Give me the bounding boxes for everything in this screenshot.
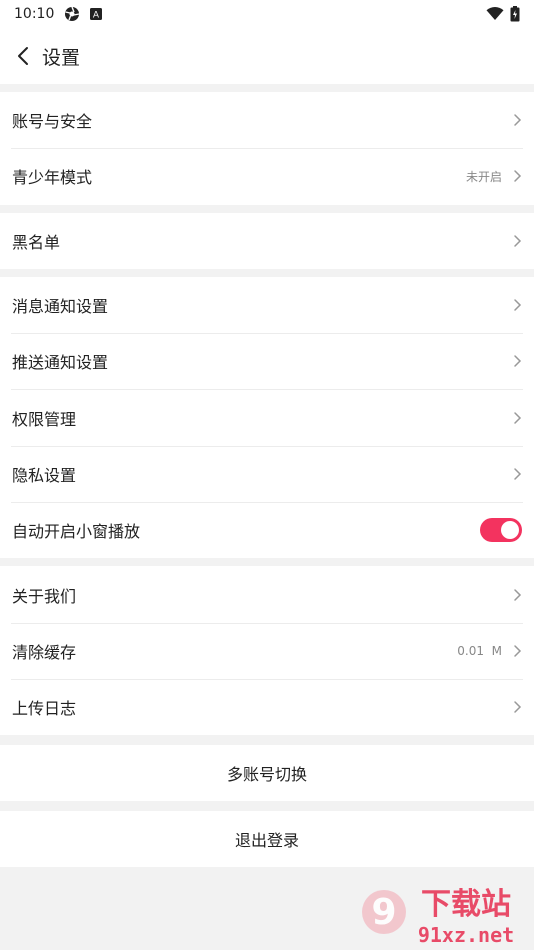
page-title: 设置 (42, 46, 81, 69)
settings-item-privacy[interactable]: 隐私设置 (0, 445, 534, 502)
settings-item-label: 黑名单 (12, 232, 61, 252)
settings-item-label: 消息通知设置 (12, 297, 109, 317)
settings-item-label: 自动开启小窗播放 (12, 522, 141, 542)
chevron-right-icon (514, 645, 522, 657)
cache-size-value: 0.01 M (457, 643, 502, 658)
settings-group-blacklist: 黑名单 (0, 212, 534, 269)
settings-group-about: 关于我们 清除缓存 0.01 M 上传日志 (0, 566, 534, 736)
status-time: 10:10 (14, 6, 55, 22)
settings-item-label: 隐私设置 (12, 465, 77, 485)
battery-icon (510, 6, 520, 22)
status-bar: 10:10 A (0, 0, 534, 28)
site-watermark-logo: 9 下载站 91xz.net (362, 887, 514, 947)
page-header: 设置 (0, 28, 534, 84)
settings-item-blacklist[interactable]: 黑名单 (0, 213, 534, 269)
chevron-right-icon (514, 299, 522, 311)
settings-item-push-notifications[interactable]: 推送通知设置 (0, 333, 534, 389)
back-button[interactable] (12, 45, 34, 67)
settings-item-label: 账号与安全 (12, 112, 93, 132)
auto-mini-window-toggle[interactable] (480, 518, 522, 543)
chevron-left-icon (18, 47, 28, 65)
settings-item-permissions[interactable]: 权限管理 (0, 389, 534, 445)
settings-item-auto-mini-window: 自动开启小窗播放 (0, 502, 534, 558)
settings-group-account: 账号与安全 青少年模式 未开启 (0, 92, 534, 205)
settings-item-label: 关于我们 (12, 586, 77, 606)
chevron-right-icon (514, 114, 522, 126)
chevron-right-icon (514, 234, 522, 247)
wifi-icon (486, 7, 504, 21)
teen-mode-status: 未开启 (465, 169, 502, 184)
chevron-right-icon (514, 170, 522, 183)
toggle-knob (501, 521, 519, 540)
chevron-right-icon (514, 355, 522, 368)
chevron-right-icon (514, 468, 522, 480)
chevron-right-icon (514, 701, 522, 713)
svg-text:9: 9 (371, 892, 396, 933)
settings-item-message-notifications[interactable]: 消息通知设置 (0, 277, 534, 333)
svg-text:A: A (93, 11, 100, 21)
settings-item-clear-cache[interactable]: 清除缓存 0.01 M (0, 622, 534, 679)
chevron-right-icon (514, 411, 522, 424)
chevron-right-icon (514, 588, 522, 601)
settings-item-label: 清除缓存 (12, 642, 77, 662)
svg-text:下载站: 下载站 (421, 887, 511, 922)
switch-account-button[interactable]: 多账号切换 (0, 745, 534, 802)
settings-item-label: 推送通知设置 (12, 353, 109, 373)
settings-item-account-security[interactable]: 账号与安全 (0, 92, 534, 148)
settings-group-notifications: 消息通知设置 推送通知设置 权限管理 隐私设置 自动开启小窗播放 (0, 276, 534, 559)
settings-item-label: 上传日志 (12, 699, 77, 719)
settings-item-teen-mode[interactable]: 青少年模式 未开启 (0, 148, 534, 204)
settings-item-label: 青少年模式 (12, 168, 93, 188)
svg-text:91xz.net: 91xz.net (418, 923, 514, 947)
settings-item-about-us[interactable]: 关于我们 (0, 566, 534, 622)
settings-item-label: 权限管理 (12, 409, 77, 429)
settings-item-upload-logs[interactable]: 上传日志 (0, 678, 534, 735)
app-notification-icon (64, 6, 80, 22)
keyboard-badge-icon: A (90, 8, 103, 21)
logout-button[interactable]: 退出登录 (0, 811, 534, 868)
